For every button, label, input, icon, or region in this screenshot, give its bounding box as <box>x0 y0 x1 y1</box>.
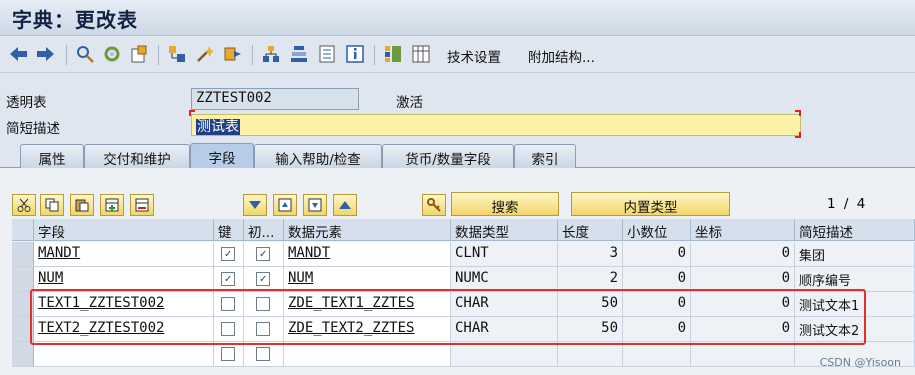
column-header-coordinate[interactable]: 坐标 <box>691 219 795 241</box>
row-selector[interactable] <box>12 267 34 292</box>
toolbar-separator <box>252 45 253 65</box>
layout-icon[interactable] <box>384 45 402 63</box>
column-header-short-desc[interactable]: 简短描述 <box>795 219 915 241</box>
table-type-label: 透明表 <box>6 95 47 111</box>
tab-indexes[interactable]: 索引 <box>514 144 576 168</box>
collapse-icon[interactable] <box>243 194 267 216</box>
initial-checkbox[interactable] <box>256 347 270 361</box>
key-icon[interactable] <box>422 194 446 216</box>
toolbar-separator <box>66 45 67 65</box>
tab-currency-quantity[interactable]: 货币/数量字段 <box>382 144 514 168</box>
required-marker <box>795 132 801 138</box>
where-used-icon[interactable] <box>168 45 186 63</box>
column-header-length[interactable]: 长度 <box>558 219 623 241</box>
short-description-field[interactable]: 测试表 <box>191 114 801 136</box>
tab-fields[interactable]: 字段 <box>190 143 254 169</box>
column-header-decimals[interactable]: 小数位 <box>623 219 691 241</box>
table-row <box>12 342 915 367</box>
initial-cell: ✓ <box>244 242 284 267</box>
length-cell <box>558 342 623 367</box>
tab-input-help-check[interactable]: 输入帮助/检查 <box>254 144 382 168</box>
select-all-corner[interactable] <box>12 219 34 241</box>
insert-row-icon[interactable] <box>100 194 124 216</box>
table-row: MANDT ✓ ✓ MANDT CLNT 3 0 0 集团 <box>12 242 915 267</box>
column-header-field[interactable]: 字段 <box>34 219 214 241</box>
short-description-value: 测试表 <box>196 119 240 135</box>
field-name-cell[interactable] <box>34 342 214 367</box>
tab-attributes[interactable]: 属性 <box>20 144 84 168</box>
other-object-icon[interactable] <box>76 45 94 63</box>
key-checkbox[interactable]: ✓ <box>221 272 235 286</box>
expand-icon[interactable] <box>333 194 357 216</box>
data-element-cell[interactable] <box>284 342 451 367</box>
check-icon[interactable] <box>196 45 214 63</box>
toolbar-separator <box>374 45 375 65</box>
page-indicator: 1 / 4 <box>827 196 867 212</box>
forward-icon[interactable] <box>36 45 54 63</box>
next-page-icon[interactable] <box>303 194 327 216</box>
table-name-field[interactable]: ZZTEST002 <box>191 88 359 110</box>
display-change-icon[interactable] <box>103 45 121 63</box>
window-title: 字典：更改表 <box>12 8 138 32</box>
builtin-type-button[interactable]: 内置类型 <box>571 192 730 216</box>
key-checkbox[interactable]: ✓ <box>221 247 235 261</box>
decimals-cell: 0 <box>623 242 691 267</box>
info-icon[interactable] <box>346 45 364 63</box>
data-type-cell <box>451 342 558 367</box>
column-header-key[interactable]: 键 <box>214 219 244 241</box>
column-header-data-type[interactable]: 数据类型 <box>451 219 558 241</box>
required-marker <box>189 110 195 116</box>
back-icon[interactable] <box>10 45 28 63</box>
append-structure-button[interactable]: 附加结构... <box>528 46 595 66</box>
copy-icon[interactable] <box>40 194 64 216</box>
key-cell: ✓ <box>214 242 244 267</box>
tab-delivery-maintenance[interactable]: 交付和维护 <box>84 144 190 168</box>
watermark: CSDN @Yisoon <box>819 356 901 369</box>
cut-icon[interactable] <box>12 194 36 216</box>
coordinate-cell: 0 <box>691 242 795 267</box>
column-header-data-element[interactable]: 数据元素 <box>284 219 451 241</box>
toolbar-separator <box>158 45 159 65</box>
delete-row-icon[interactable] <box>130 194 154 216</box>
coordinate-cell <box>691 342 795 367</box>
page-current: 1 <box>827 196 838 212</box>
required-marker <box>795 110 801 116</box>
row-selector[interactable] <box>12 242 34 267</box>
page-separator: / <box>843 196 851 212</box>
initial-checkbox[interactable]: ✓ <box>256 272 270 286</box>
document-list-icon[interactable] <box>318 45 336 63</box>
activation-status: 激活 <box>396 95 423 111</box>
decimals-cell <box>623 342 691 367</box>
window-title-bar: 字典：更改表 <box>0 0 915 36</box>
paste-icon[interactable] <box>70 194 94 216</box>
activate-icon[interactable] <box>130 45 148 63</box>
length-cell: 3 <box>558 242 623 267</box>
key-cell <box>214 342 244 367</box>
page-total: 4 <box>856 196 868 212</box>
search-button[interactable]: 搜索 <box>451 192 559 216</box>
object-list-icon[interactable] <box>224 45 242 63</box>
tech-settings-button[interactable]: 技术设置 <box>447 46 501 66</box>
short-desc-cell: 集团 <box>795 242 915 267</box>
data-type-cell: CLNT <box>451 242 558 267</box>
short-description-label: 简短描述 <box>6 121 60 137</box>
application-toolbar: 技术设置 附加结构... <box>0 37 915 73</box>
data-element-cell[interactable]: MANDT <box>284 242 451 267</box>
row-selector[interactable] <box>12 342 34 367</box>
field-name-cell[interactable]: MANDT <box>34 242 214 267</box>
initial-checkbox[interactable]: ✓ <box>256 247 270 261</box>
hierarchy-icon[interactable] <box>262 45 280 63</box>
table-stack-icon[interactable] <box>290 45 308 63</box>
column-header-initial[interactable]: 初... <box>244 219 284 241</box>
initial-cell <box>244 342 284 367</box>
key-checkbox[interactable] <box>221 347 235 361</box>
highlight-box <box>30 289 866 345</box>
table-contents-icon[interactable] <box>412 45 430 63</box>
tab-strip: 属性 交付和维护 字段 输入帮助/检查 货币/数量字段 索引 <box>0 143 915 169</box>
first-page-icon[interactable] <box>273 194 297 216</box>
